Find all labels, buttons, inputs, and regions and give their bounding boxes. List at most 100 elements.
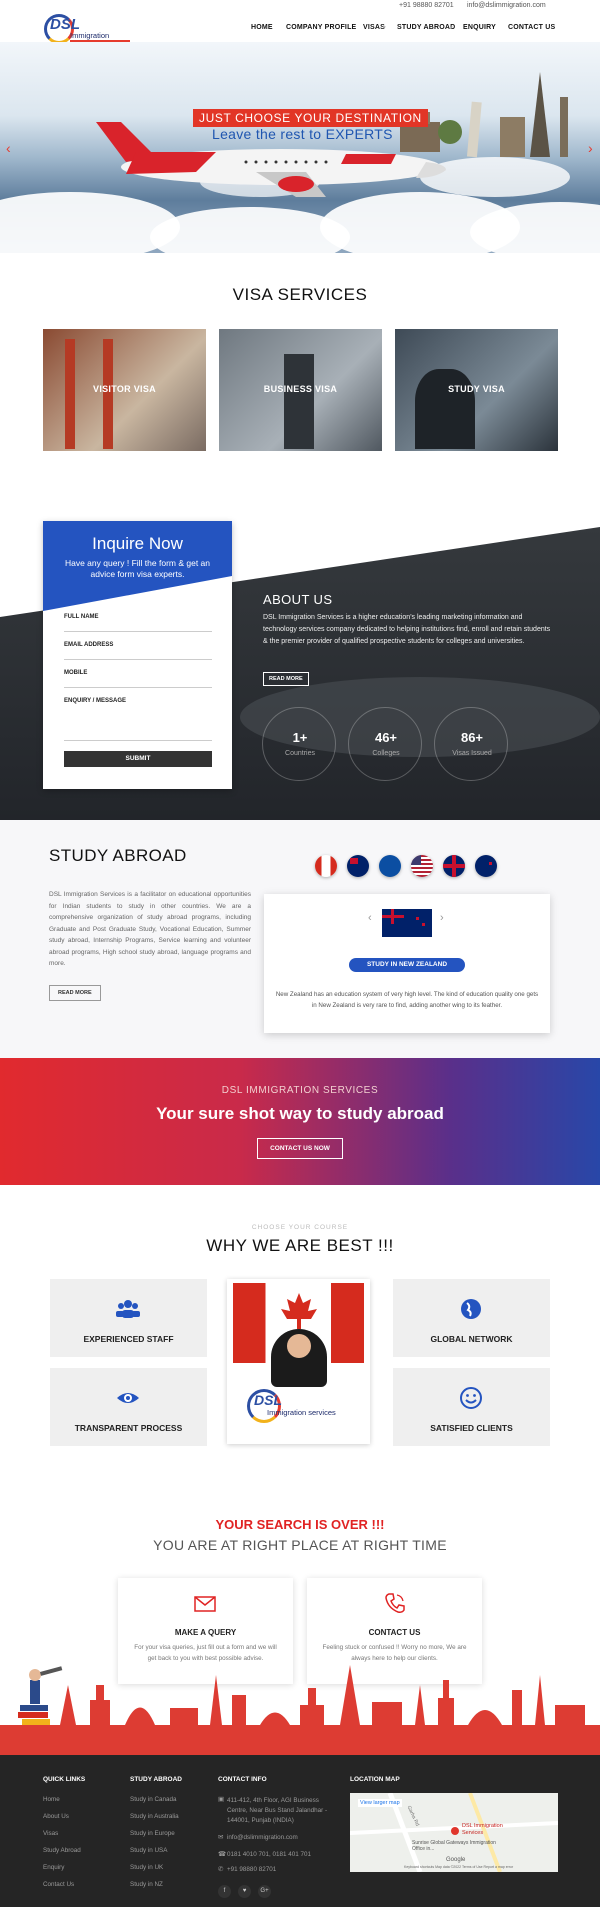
stat-visas: 86+ Visas Issued (434, 707, 508, 781)
chevron-left-icon[interactable]: ‹ (6, 140, 11, 156)
nav-contact-us[interactable]: CONTACT US (508, 24, 555, 31)
footer-link-australia[interactable]: Study in Australia (130, 1813, 179, 1820)
inquire-form: Inquire Now Have any query ! Fill the fo… (43, 521, 232, 789)
about-read-more-button[interactable]: READ MORE (263, 672, 309, 686)
study-read-more-button[interactable]: READ MORE (49, 985, 101, 1001)
footer-link-nz[interactable]: Study in NZ (130, 1881, 163, 1888)
full-name-field[interactable]: FULL NAME (64, 612, 212, 632)
nav-company-profile[interactable]: COMPANY PROFILE (286, 24, 356, 31)
stat-colleges-number: 46+ (374, 730, 398, 745)
view-larger-map-link[interactable]: View larger map (358, 1799, 402, 1807)
study-abroad-footer-title: STUDY ABROAD (130, 1776, 183, 1783)
footer-link-visas[interactable]: Visas (43, 1830, 58, 1837)
nz-flag-icon[interactable] (475, 855, 497, 877)
stat-countries: 1+ Countries (262, 707, 336, 781)
about-text: DSL Immigration Services is a higher edu… (263, 614, 551, 645)
phone-icon (385, 1593, 405, 1613)
top-email[interactable]: info@dslimmigration.com (467, 2, 546, 9)
footer-email[interactable]: info@dslimmigration.com (227, 1834, 298, 1841)
study-country-button[interactable]: STUDY IN NEW ZEALAND (349, 958, 465, 972)
google-plus-icon[interactable]: G+ (258, 1885, 271, 1898)
eye-icon (117, 1393, 139, 1403)
footer-link-uk[interactable]: Study in UK (130, 1864, 163, 1871)
location-map-title: LOCATION MAP (350, 1776, 400, 1783)
study-chevron-down-icon: ▾ (450, 25, 453, 31)
inquire-title: Inquire Now (92, 534, 183, 553)
nav-study-abroad[interactable]: STUDY ABROAD (397, 24, 455, 31)
cta-headline: Your sure shot way to study abroad (156, 1104, 444, 1123)
footer-address: 411-412, 4th Floor, AGI Business Centre,… (227, 1797, 328, 1824)
center-logo-sub: Immigration services (267, 1408, 336, 1417)
why-title: WHY WE ARE BEST !!! (206, 1236, 394, 1255)
about-title: ABOUT US (263, 592, 333, 607)
nav-home[interactable]: HOME (251, 24, 273, 31)
study-visa-card[interactable]: STUDY VISA (395, 329, 558, 451)
google-logo: Google (446, 1857, 466, 1863)
visa-services-title: VISA SERVICES (232, 285, 368, 304)
footer-link-canada[interactable]: Study in Canada (130, 1796, 177, 1803)
map-marker-icon: ▣ (218, 1796, 224, 1803)
visitor-visa-card[interactable]: VISITOR VISA (43, 329, 206, 451)
hero-slider: JUST CHOOSE YOUR DESTINATION Leave the r… (0, 42, 600, 253)
footer-link-usa[interactable]: Study in USA (130, 1847, 167, 1854)
footer-link-study-abroad[interactable]: Study Abroad (43, 1847, 81, 1854)
contact-us-now-button[interactable]: CONTACT US NOW (257, 1138, 343, 1159)
footer-link-enquiry[interactable]: Enquiry (43, 1864, 64, 1871)
envelope-icon (194, 1596, 216, 1612)
mail-icon: ✉ (218, 1834, 224, 1841)
study-abroad-text: DSL Immigration Services is a facilitato… (49, 891, 251, 967)
footer-mobile[interactable]: +91 98880 82701 (227, 1866, 276, 1873)
australia-flag-icon[interactable] (347, 855, 369, 877)
nav-visas[interactable]: VISAS (363, 24, 385, 31)
stat-colleges: 46+ Colleges (348, 707, 422, 781)
map-place2-label: Sunrise Global Gateways Immigration Offi… (412, 1840, 496, 1852)
chevron-right-icon[interactable]: › (440, 912, 444, 924)
experienced-staff-label: EXPERIENCED STAFF (83, 1334, 174, 1344)
transparent-process-label: TRANSPARENT PROCESS (74, 1423, 183, 1433)
footer-phones[interactable]: 0181 4010 701, 0181 401 701 (227, 1851, 311, 1858)
stat-visas-number: 86+ (460, 730, 484, 745)
cta-band: DSL IMMIGRATION SERVICES Your sure shot … (0, 1058, 600, 1185)
location-map[interactable]: View larger map DSL Immigration Services… (350, 1793, 558, 1872)
hero-headline: JUST CHOOSE YOUR DESTINATION (193, 109, 428, 127)
skyline-illustration (0, 1665, 600, 1755)
top-phone[interactable]: +91 98880 82701 (399, 2, 454, 9)
footer-link-home[interactable]: Home (43, 1796, 60, 1803)
top-bar: +91 98880 82701 info@dslimmigration.com (0, 0, 600, 12)
cta-kicker: DSL IMMIGRATION SERVICES (221, 1085, 379, 1096)
mobile-icon: ✆ (218, 1866, 224, 1873)
header: DSL Immigration services HOME COMPANY PR… (0, 12, 600, 49)
contact-info-title: CONTACT INFO (218, 1776, 267, 1783)
submit-button[interactable]: SUBMIT (64, 751, 212, 767)
center-logo-text: DSL (254, 1392, 282, 1408)
facebook-icon[interactable]: f (218, 1885, 231, 1898)
canada-flag-icon[interactable] (315, 855, 337, 877)
footer-link-contact[interactable]: Contact Us (43, 1881, 74, 1888)
nz-flag-large-icon (382, 909, 432, 937)
chevron-right-icon[interactable]: › (588, 140, 593, 156)
uk-flag-icon[interactable] (443, 855, 465, 877)
twitter-icon[interactable]: ♥ (238, 1885, 251, 1898)
message-field[interactable]: ENQUIRY / MESSAGE (64, 696, 212, 741)
study-abroad-title: STUDY ABROAD (49, 846, 187, 865)
visitor-visa-label: VISITOR VISA (93, 384, 156, 394)
footer-link-europe[interactable]: Study in Europe (130, 1830, 175, 1837)
transparent-process-card: TRANSPARENT PROCESS (50, 1368, 207, 1446)
footer-link-about[interactable]: About Us (43, 1813, 69, 1820)
search-title: YOUR SEARCH IS OVER !!! (215, 1517, 385, 1532)
users-icon (116, 1300, 140, 1318)
quick-links-title: QUICK LINKS (43, 1776, 86, 1783)
business-visa-card[interactable]: BUSINESS VISA (219, 329, 382, 451)
mobile-field[interactable]: MOBILE (64, 668, 212, 688)
nav-enquiry[interactable]: ENQUIRY (463, 24, 496, 31)
email-field[interactable]: EMAIL ADDRESS (64, 640, 212, 660)
europe-flag-icon[interactable] (379, 855, 401, 877)
map-place-label: DSL Immigration Services (462, 1823, 503, 1836)
chevron-left-icon[interactable]: ‹ (368, 912, 372, 924)
stat-countries-label: Countries (285, 750, 315, 757)
global-network-label: GLOBAL NETWORK (430, 1334, 513, 1344)
satisfied-clients-card: SATISFIED CLIENTS (393, 1368, 550, 1446)
usa-flag-icon[interactable] (411, 855, 433, 877)
business-visa-label: BUSINESS VISA (263, 384, 338, 394)
maple-leaf-icon (281, 1293, 317, 1329)
